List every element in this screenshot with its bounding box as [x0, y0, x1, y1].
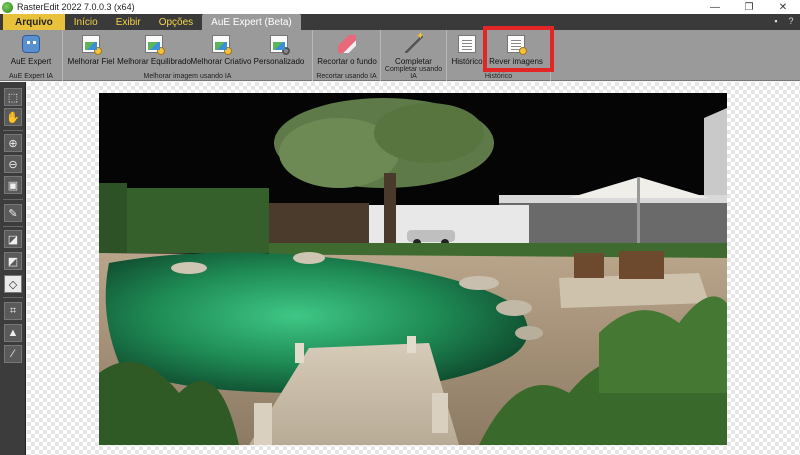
eyedropper-icon[interactable]: ✎ [4, 204, 22, 222]
eraser-icon [338, 35, 356, 53]
ribbon-group-label: AuE Expert IA [9, 73, 53, 80]
menu-bar: Arquivo Início Exibir Opções AuE Expert … [0, 14, 800, 30]
ribbon-group-label: Recortar usando IA [316, 73, 377, 80]
save-icon[interactable]: ▪ [771, 16, 781, 26]
ribbon: AuE Expert AuE Expert IA Melhorar Fiel M… [0, 30, 800, 81]
ribbon-group-recortar: Recortar o fundo Recortar usando IA [313, 30, 381, 81]
garden-pool-photo [99, 93, 727, 445]
magic-wand-icon [404, 31, 425, 53]
restore-button[interactable]: ❐ [732, 0, 766, 14]
ribbon-group-label: Histórico [484, 73, 513, 80]
ribbon-group-label: Melhorar imagem usando IA [143, 73, 232, 80]
tab-inicio[interactable]: Início [65, 14, 107, 30]
window-title: RasterEdit 2022 7.0.0.3 (x64) [17, 2, 135, 12]
ribbon-group-melhorar: Melhorar Fiel Melhorar Equilibrado Melho… [63, 30, 313, 81]
brush-eraser-icon[interactable]: ◩ [4, 252, 22, 270]
left-toolbar: ⬚ ✋ ⊕ ⊖ ▣ ✎ ◪ ◩ ◇ ⌗ ▲ ⁄ [0, 82, 26, 455]
historico-button[interactable]: Histórico [449, 30, 485, 72]
tab-aue-expert[interactable]: AuE Expert (Beta) [202, 14, 301, 30]
tab-exibir[interactable]: Exibir [107, 14, 150, 30]
tab-opcoes[interactable]: Opções [150, 14, 202, 30]
app-logo-icon [2, 1, 13, 13]
ribbon-group-completar: Completar Completar usando IA [381, 30, 447, 81]
zoom-out-icon[interactable]: ⊖ [4, 155, 22, 173]
image-sparkle-icon [212, 35, 232, 55]
robot-icon [22, 35, 40, 53]
ribbon-group-label: Completar usando IA [384, 66, 443, 80]
mask-icon[interactable]: ◇ [4, 275, 22, 293]
ribbon-group-historico: Histórico Rever imagens Histórico [447, 30, 551, 81]
image-sparkle-icon [145, 35, 165, 55]
eraser-icon[interactable]: ◪ [4, 230, 22, 248]
minimize-button[interactable]: — [698, 0, 732, 14]
melhorar-equilibrado-button[interactable]: Melhorar Equilibrado [117, 30, 191, 72]
hand-icon[interactable]: ✋ [4, 108, 22, 126]
edited-image[interactable] [99, 93, 727, 445]
fit-screen-icon[interactable]: ▣ [4, 176, 22, 194]
aue-expert-button[interactable]: AuE Expert [2, 30, 60, 72]
tab-arquivo[interactable]: Arquivo [3, 14, 65, 30]
review-doc-icon [507, 35, 527, 55]
title-bar: RasterEdit 2022 7.0.0.3 (x64) — ❐ ✕ [0, 0, 800, 14]
rever-imagens-button[interactable]: Rever imagens [485, 30, 547, 72]
ribbon-group-aue-expert: AuE Expert AuE Expert IA [0, 30, 63, 81]
melhorar-criativo-button[interactable]: Melhorar Criativo [191, 30, 251, 72]
zoom-in-icon[interactable]: ⊕ [4, 134, 22, 152]
stamp-icon[interactable]: ▲ [4, 324, 22, 342]
color-picker-icon[interactable]: ⁄ [4, 345, 22, 363]
window-controls: — ❐ ✕ [698, 0, 800, 14]
recortar-fundo-button[interactable]: Recortar o fundo [315, 30, 379, 72]
history-doc-icon [458, 35, 476, 53]
crop-icon[interactable]: ⌗ [4, 302, 22, 320]
close-button[interactable]: ✕ [766, 0, 800, 14]
image-sparkle-icon [82, 35, 102, 55]
canvas-workspace[interactable] [27, 82, 800, 455]
image-gear-icon [270, 35, 290, 55]
personalizado-button[interactable]: Personalizado [251, 30, 307, 72]
melhorar-fiel-button[interactable]: Melhorar Fiel [65, 30, 117, 72]
help-icon[interactable]: ? [786, 16, 796, 26]
select-icon[interactable]: ⬚ [4, 88, 22, 106]
